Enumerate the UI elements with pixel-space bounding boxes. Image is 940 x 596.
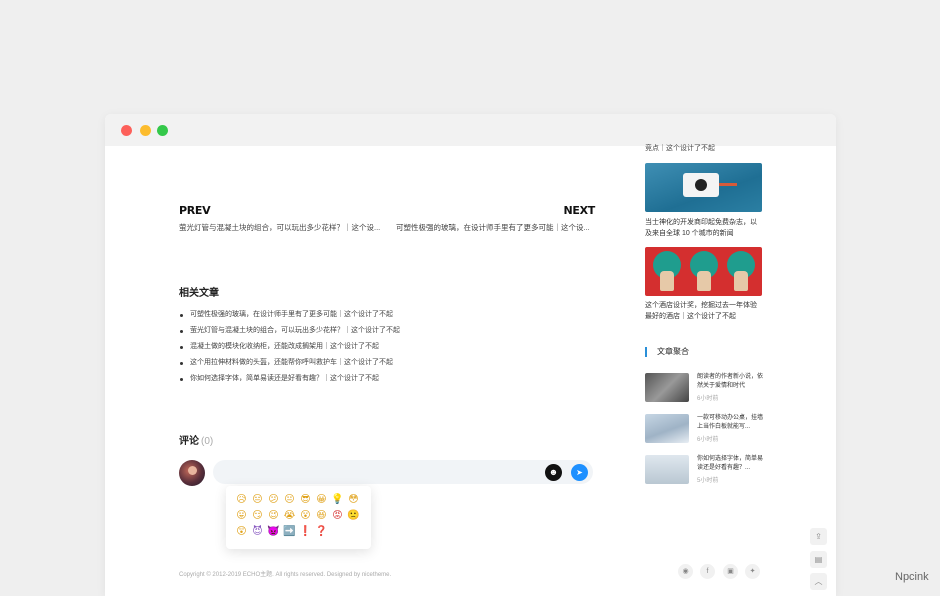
emoji-toggle-icon[interactable]: ☻ xyxy=(545,464,562,481)
emoji-item[interactable]: 😭 xyxy=(282,508,297,523)
emoji-item[interactable]: ❓ xyxy=(314,524,329,539)
feature-title[interactable]: 这个酒店设计奖，挖掘过去一年体验最好的酒店｜这个设计了不起 xyxy=(645,300,763,322)
emoji-item[interactable]: 😡 xyxy=(330,508,345,523)
emoji-item[interactable]: 😎 xyxy=(298,492,313,507)
emoji-item[interactable]: 😑 xyxy=(250,492,265,507)
aggregation-title[interactable]: 你如何选择字体，简单易读还是好看有趣？... xyxy=(697,455,763,473)
emoji-item[interactable]: ➡️ xyxy=(282,524,297,539)
aggregation-item[interactable]: 一款可移动办公桌，挂墙上当作白板就能写... 6小时前 xyxy=(645,414,763,444)
comment-count: (0) xyxy=(201,436,214,447)
emoji-item[interactable]: 😛 xyxy=(234,508,249,523)
aggregation-item[interactable]: 朗读者的作者新小说，依然关于爱情和时代 6小时前 xyxy=(645,373,763,403)
face-shape xyxy=(660,271,674,291)
aggregation-time: 6小时前 xyxy=(697,396,719,402)
aggregation-thumbnail[interactable] xyxy=(645,455,689,484)
aggregation-time: 5小时前 xyxy=(697,478,719,484)
aggregation-title[interactable]: 一款可移动办公桌，挂墙上当作白板就能写... xyxy=(697,414,763,432)
weibo-icon[interactable]: ◉ xyxy=(678,564,693,579)
back-to-top-icon[interactable]: ︿ xyxy=(810,573,827,590)
related-heading: 相关文章 xyxy=(179,288,219,299)
emoji-item[interactable]: 😳 xyxy=(346,492,361,507)
aggregation-thumbnail[interactable] xyxy=(645,414,689,443)
aggregation-thumbnail[interactable] xyxy=(645,373,689,402)
related-item[interactable]: 可塑性极强的玻璃，在设计师手里有了更多可能｜这个设计了不起 xyxy=(179,307,400,323)
related-item[interactable]: 这个用拉伸材料做的头盔，还能帮你呼叫救护车｜这个设计了不起 xyxy=(179,355,400,371)
emoji-item[interactable]: 😲 xyxy=(234,524,249,539)
share-icon[interactable]: ⇪ xyxy=(810,528,827,545)
maximize-window-button[interactable] xyxy=(157,125,168,136)
copyright-text: Copyright © 2012-2019 ECHO主题. All rights… xyxy=(179,572,392,578)
emoji-item[interactable]: 🙁 xyxy=(346,508,361,523)
emoji-panel: 😥 😑 😕 😐 😎 😀 💡 😳 😛 😏 😉 😭 😮 😆 😡 🙁 😲 😈 👿 ➡️… xyxy=(226,486,371,549)
window-titlebar xyxy=(105,114,836,146)
aggregation-title[interactable]: 朗读者的作者新小说，依然关于爱情和时代 xyxy=(697,373,763,391)
comment-icon[interactable]: ▤ xyxy=(810,551,827,568)
send-icon[interactable]: ➤ xyxy=(571,464,588,481)
related-list: 可塑性极强的玻璃，在设计师手里有了更多可能｜这个设计了不起 萤光灯管与混凝土块的… xyxy=(179,307,400,387)
emoji-item[interactable]: 😮 xyxy=(298,508,313,523)
twitter-icon[interactable]: ✦ xyxy=(745,564,760,579)
instagram-icon[interactable]: ▣ xyxy=(723,564,738,579)
comment-heading-label: 评论 xyxy=(179,436,199,447)
emoji-item[interactable]: 😈 xyxy=(250,524,265,539)
emoji-item[interactable]: 😀 xyxy=(314,492,329,507)
related-item[interactable]: 混凝土做的模块化收纳柜，还能改成搁架用｜这个设计了不起 xyxy=(179,339,400,355)
emoji-item[interactable]: 😕 xyxy=(266,492,281,507)
prev-label[interactable]: PREV xyxy=(179,204,211,217)
facebook-icon[interactable]: f xyxy=(700,564,715,579)
page-content: PREV 萤光灯管与混凝土块的组合，可以玩出多少花样？｜这个设... NEXT … xyxy=(105,143,836,596)
next-post-link[interactable]: 可塑性极强的玻璃，在设计师手里有了更多可能｜这个设... xyxy=(396,222,590,233)
emoji-item[interactable]: 😐 xyxy=(282,492,297,507)
face-shape xyxy=(734,271,748,291)
related-item[interactable]: 你如何选择字体，简单易读还是好看有趣？｜这个设计了不起 xyxy=(179,371,400,387)
camera-strap-shape xyxy=(719,183,737,186)
prev-post-link[interactable]: 萤光灯管与混凝土块的组合，可以玩出多少花样？｜这个设... xyxy=(179,222,380,233)
avatar xyxy=(179,460,205,486)
sidebar-top-text[interactable]: 竞点｜这个设计了不起 xyxy=(645,143,715,153)
close-window-button[interactable] xyxy=(121,125,132,136)
emoji-item[interactable]: 😉 xyxy=(266,508,281,523)
feature-image-camera[interactable] xyxy=(645,163,762,212)
next-label[interactable]: NEXT xyxy=(563,204,595,217)
aggregation-time: 6小时前 xyxy=(697,437,719,443)
emoji-item[interactable]: 😏 xyxy=(250,508,265,523)
emoji-item[interactable]: 😥 xyxy=(234,492,249,507)
camera-lens-shape xyxy=(695,179,707,191)
emoji-item[interactable]: 💡 xyxy=(330,492,345,507)
face-shape xyxy=(697,271,711,291)
comment-input[interactable] xyxy=(213,460,593,484)
feature-title[interactable]: 当士神化的开发商印起免费杂志，以及来自全球 10 个城市的新闻 xyxy=(645,217,763,239)
emoji-item[interactable]: ❗ xyxy=(298,524,313,539)
related-item[interactable]: 萤光灯管与混凝土块的组合，可以玩出多少花样？｜这个设计了不起 xyxy=(179,323,400,339)
emoji-item[interactable]: 👿 xyxy=(266,524,281,539)
minimize-window-button[interactable] xyxy=(140,125,151,136)
emoji-item[interactable]: 😆 xyxy=(314,508,329,523)
watermark-text: Npcink xyxy=(895,571,929,583)
feature-image-heads[interactable] xyxy=(645,247,762,296)
comment-heading: 评论 (0) xyxy=(179,432,213,447)
aggregation-heading: 文章聚合 xyxy=(645,347,689,357)
aggregation-item[interactable]: 你如何选择字体，简单易读还是好看有趣？... 5小时前 xyxy=(645,455,763,485)
browser-window: PREV 萤光灯管与混凝土块的组合，可以玩出多少花样？｜这个设... NEXT … xyxy=(105,114,836,596)
